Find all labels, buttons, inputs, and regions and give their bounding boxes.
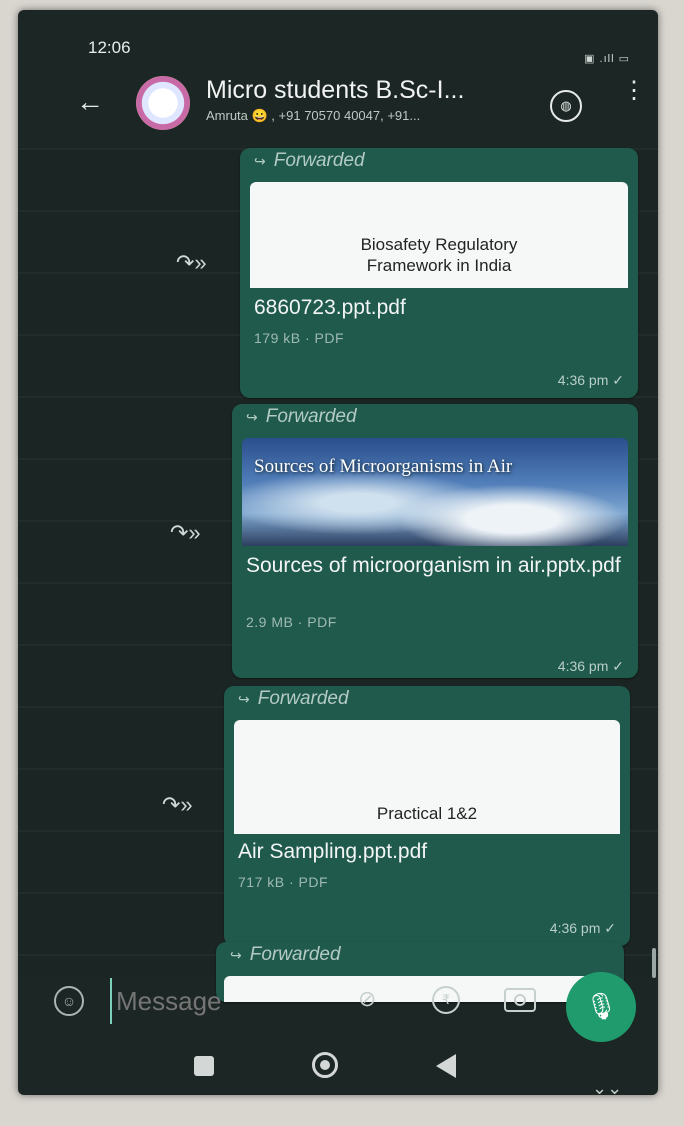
group-members[interactable]: Amruta 😀 , +91 70570 40047, +91... xyxy=(206,108,420,124)
forwarded-label: ↪ Forwarded xyxy=(246,406,357,427)
file-meta: 2.9 MB · PDF xyxy=(246,614,337,630)
file-meta: 717 kB · PDF xyxy=(238,874,329,890)
file-name: 6860723.ppt.pdf xyxy=(254,296,406,319)
camera-icon[interactable] xyxy=(504,988,536,1012)
forwarded-icon: ↪ xyxy=(238,691,250,707)
scrollbar[interactable] xyxy=(652,948,656,978)
image-preview[interactable]: Sources of Microorganisms in Air xyxy=(242,438,628,546)
home-icon[interactable] xyxy=(312,1052,338,1078)
preview-title: Practical 1&2 xyxy=(376,804,478,823)
chat-header: ← Micro students B.Sc-I... Amruta 😀 , +9… xyxy=(18,68,658,148)
forward-icon[interactable]: ↷» xyxy=(170,520,201,546)
voice-message-button[interactable]: 🎙 xyxy=(566,972,636,1042)
recent-apps-icon[interactable] xyxy=(194,1056,214,1076)
status-time: 12:06 xyxy=(88,38,131,57)
document-preview[interactable]: Practical 1&2 xyxy=(234,720,620,834)
preview-title: Biosafety Regulatory Framework in India xyxy=(360,235,518,275)
forwarded-icon: ↪ xyxy=(230,947,242,963)
system-nav-bar xyxy=(18,1040,658,1095)
group-avatar[interactable] xyxy=(136,76,190,130)
file-meta: 179 kB · PDF xyxy=(254,330,345,346)
forward-icon[interactable]: ↷» xyxy=(176,250,207,276)
system-back-icon[interactable] xyxy=(436,1054,456,1078)
message-bubble[interactable]: ↪ Forwarded Sources of Microorganisms in … xyxy=(232,404,638,678)
file-name: Sources of microorganism in air.pptx.pdf xyxy=(246,554,621,577)
message-composer: ☺ ⊘ ₹ 🎙 xyxy=(18,972,658,1042)
message-bubble[interactable]: ↪ Forwarded Practical 1&2 Air Sampling.pp… xyxy=(224,686,630,946)
forwarded-label: ↪ Forwarded xyxy=(254,150,365,171)
message-input[interactable] xyxy=(110,978,358,1024)
group-call-icon[interactable]: ◍ xyxy=(550,90,582,122)
more-options-icon[interactable]: ⋮ xyxy=(622,79,646,103)
file-name: Air Sampling.ppt.pdf xyxy=(238,840,428,863)
forwarded-icon: ↪ xyxy=(246,409,258,425)
attach-icon[interactable]: ⊘ xyxy=(358,986,376,1012)
message-bubble[interactable]: ↪ Forwarded Biosafety Regulatory Framewor… xyxy=(240,148,638,398)
forwarded-icon: ↪ xyxy=(254,153,266,169)
preview-image-caption: Sources of Microorganisms in Air xyxy=(254,456,513,477)
forwarded-label: ↪ Forwarded xyxy=(238,688,349,709)
mic-icon: 🎙 xyxy=(584,991,618,1021)
message-time: 4:36 pm ✓ xyxy=(549,920,616,936)
message-time: 4:36 pm ✓ xyxy=(557,658,624,674)
payment-icon[interactable]: ₹ xyxy=(432,986,460,1014)
forward-icon[interactable]: ↷» xyxy=(162,792,193,818)
message-time: 4:36 pm ✓ xyxy=(557,372,624,388)
status-bar: 12:06 ▣ .ıll ▭ xyxy=(18,10,658,65)
phone-screen: 12:06 ▣ .ıll ▭ ← Micro students B.Sc-I..… xyxy=(18,10,658,1095)
document-preview[interactable]: Biosafety Regulatory Framework in India xyxy=(250,182,628,288)
message-list[interactable]: ↷» ↪ Forwarded Biosafety Regulatory Frame… xyxy=(18,148,658,1095)
forwarded-label: ↪ Forwarded xyxy=(230,944,341,965)
group-title[interactable]: Micro students B.Sc-I... xyxy=(206,76,464,105)
emoji-icon[interactable]: ☺ xyxy=(54,986,84,1016)
back-arrow-icon[interactable]: ← xyxy=(76,86,104,118)
signal-battery-icons: ▣ .ıll ▭ xyxy=(584,53,630,65)
